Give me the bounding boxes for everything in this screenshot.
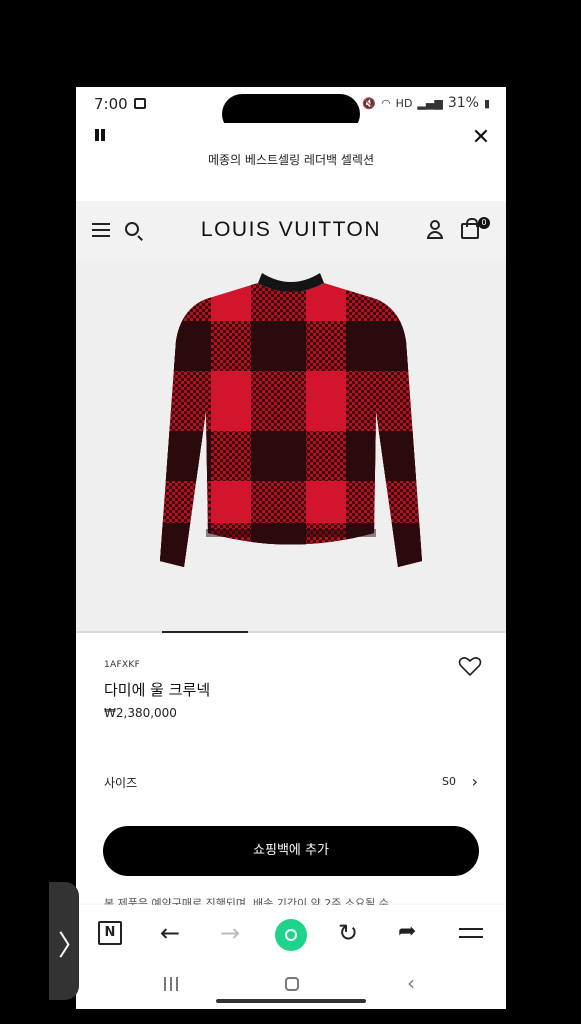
size-selector[interactable]: 사이즈 S0 ›	[104, 772, 480, 796]
battery-level: 31%	[447, 95, 479, 111]
account-icon[interactable]	[426, 220, 444, 240]
share-icon[interactable]: ➦	[398, 919, 416, 947]
photo-icon	[134, 98, 146, 109]
edge-panel-handle[interactable]: 〉	[49, 882, 86, 1000]
green-dot-home-icon[interactable]	[275, 919, 307, 951]
reload-icon[interactable]: ↻	[338, 919, 358, 947]
site-header: LOUIS VUITTON 0	[76, 201, 506, 261]
heart-icon[interactable]	[458, 655, 482, 677]
status-indicators: 🔇 ◠ HD ▂▄▆ 31% ▮	[362, 95, 490, 111]
size-value: S0	[442, 775, 456, 788]
browser-menu-icon[interactable]	[459, 928, 483, 938]
status-time: 7:00	[94, 95, 128, 113]
pause-icon[interactable]	[94, 129, 106, 143]
signal-icon: ▂▄▆	[417, 96, 443, 110]
system-nav-bar: ‹	[76, 961, 506, 1009]
home-icon[interactable]	[285, 977, 299, 991]
status-bar: 7:00 🔇 ◠ HD ▂▄▆ 31% ▮	[76, 87, 506, 134]
promo-banner[interactable]: ✕ 메종의 베스트셀링 레더백 셀렉션	[76, 123, 506, 201]
mute-icon: 🔇	[362, 96, 377, 110]
image-indicator-track	[76, 631, 506, 633]
product-price: ₩2,380,000	[104, 706, 177, 720]
chevron-right-icon: 〉	[58, 929, 87, 962]
add-to-bag-button[interactable]: 쇼핑백에 추가	[103, 826, 479, 876]
battery-icon: ▮	[483, 96, 490, 110]
recents-icon[interactable]	[164, 977, 178, 991]
naver-home-icon[interactable]: N	[98, 921, 122, 945]
product-image[interactable]	[76, 261, 506, 633]
back-icon[interactable]: ‹	[407, 971, 415, 995]
close-icon[interactable]: ✕	[470, 127, 492, 149]
browser-toolbar: N ← → ↻ ➦	[76, 905, 506, 961]
phone-screen: 7:00 🔇 ◠ HD ▂▄▆ 31% ▮ ✕ 메종의 베스트셀링 레더백 셀렉…	[76, 87, 506, 1009]
bag-count-badge: 0	[478, 217, 490, 229]
banner-text[interactable]: 메종의 베스트셀링 레더백 셀렉션	[76, 151, 506, 168]
size-label: 사이즈	[104, 776, 138, 790]
chevron-right-icon: ›	[471, 772, 478, 791]
image-indicator	[162, 631, 248, 633]
sweater-image	[160, 273, 422, 567]
shopping-bag-icon[interactable]	[461, 218, 479, 239]
product-name: 다미에 울 크루넥	[104, 681, 211, 699]
network-label: HD	[395, 96, 413, 110]
gesture-bar	[216, 999, 366, 1003]
forward-arrow-icon[interactable]: →	[220, 919, 240, 947]
back-arrow-icon[interactable]: ←	[160, 919, 180, 947]
wifi-icon: ◠	[381, 96, 391, 110]
product-sku: 1AFXKF	[104, 660, 141, 670]
